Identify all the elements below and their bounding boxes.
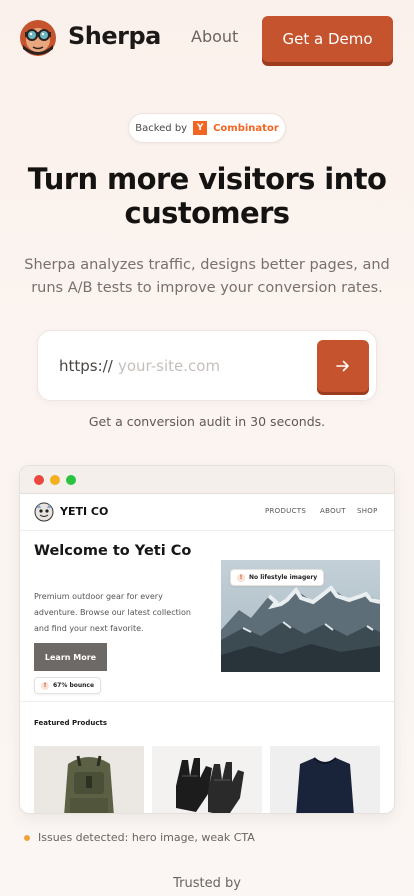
nav-link-about[interactable]: About xyxy=(191,27,238,46)
yeti-logo-icon xyxy=(34,502,54,522)
hero-headline: Turn more visitors into customers xyxy=(0,162,414,230)
maximize-dot-icon xyxy=(66,475,76,485)
browser-chrome xyxy=(20,466,394,494)
hero-subheading: Sherpa analyzes traffic, designs better … xyxy=(24,257,390,296)
preview-nav-about[interactable]: ABOUT xyxy=(320,507,346,515)
imagery-badge-label: No lifestyle imagery xyxy=(249,574,318,581)
section-divider xyxy=(20,701,394,702)
headline-line-2: customers xyxy=(124,196,291,230)
arrow-right-icon xyxy=(336,360,349,372)
issues-text: Issues detected: hero image, weak CTA xyxy=(38,831,255,844)
url-form: https:// xyxy=(37,330,377,401)
trusted-by-heading: Trusted by xyxy=(173,876,241,891)
sherpa-logo-icon[interactable] xyxy=(19,19,57,57)
submit-url-button[interactable] xyxy=(317,340,369,392)
brand-name[interactable]: Sherpa xyxy=(68,22,161,50)
y-combinator-name: Combinator xyxy=(213,122,279,134)
site-url-input[interactable] xyxy=(118,353,308,379)
status-dot-icon xyxy=(24,834,30,841)
headline-line-1: Turn more visitors into xyxy=(27,162,387,196)
top-navbar: Sherpa About Get a Demo xyxy=(0,0,414,78)
minimize-dot-icon xyxy=(50,475,60,485)
bounce-badge-label: 67% bounce xyxy=(53,682,95,689)
audit-caption: Get a conversion audit in 30 seconds. xyxy=(88,414,326,429)
issues-summary: Issues detected: hero image, weak CTA xyxy=(24,831,255,844)
warning-icon: ! xyxy=(237,573,245,582)
backpack-image xyxy=(34,746,144,813)
preview-site-nav: YETI CO PRODUCTS ABOUT SHOP xyxy=(20,494,394,531)
get-demo-button[interactable]: Get a Demo xyxy=(262,16,393,62)
bounce-badge: ! 67% bounce xyxy=(34,677,102,694)
backed-by-label: Backed by xyxy=(135,122,188,134)
close-dot-icon xyxy=(34,475,44,485)
preview-title: Welcome to Yeti Co xyxy=(34,543,192,559)
product-card-gloves[interactable] xyxy=(152,746,262,813)
gloves-image xyxy=(152,746,262,813)
preview-nav-shop[interactable]: SHOP xyxy=(357,507,378,515)
warning-icon: ! xyxy=(41,681,49,690)
backed-by-badge: Backed by Y Combinator xyxy=(128,113,286,143)
product-card-backpack[interactable] xyxy=(34,746,144,813)
imagery-badge: ! No lifestyle imagery xyxy=(230,569,325,586)
shirt-image xyxy=(270,746,380,813)
y-combinator-logo-icon: Y xyxy=(193,121,208,135)
product-card-shirt[interactable] xyxy=(270,746,380,813)
preview-site-name: YETI CO xyxy=(60,505,109,518)
url-prefix: https:// xyxy=(59,357,113,375)
preview-learn-more-button[interactable]: Learn More xyxy=(34,643,107,671)
featured-products-heading: Featured Products xyxy=(34,719,107,727)
site-preview-window: YETI CO PRODUCTS ABOUT SHOP Welcome to Y… xyxy=(19,465,395,814)
preview-description: Premium outdoor gear for every adventure… xyxy=(34,592,191,633)
preview-nav-products[interactable]: PRODUCTS xyxy=(265,507,306,515)
